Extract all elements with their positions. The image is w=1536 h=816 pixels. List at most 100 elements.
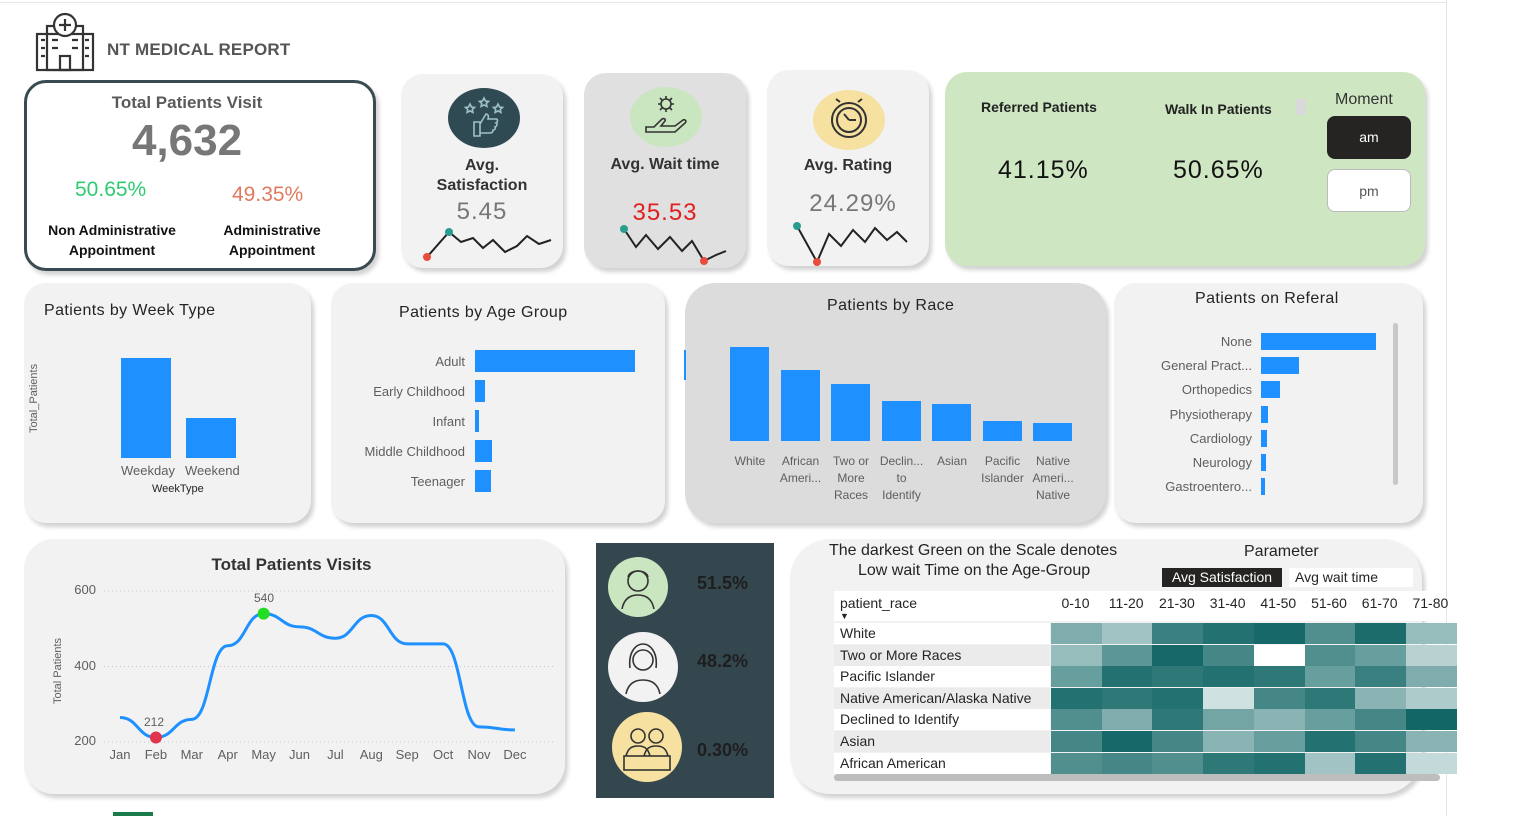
age-group-bar[interactable] — [475, 470, 492, 492]
heatmap-cell[interactable] — [1101, 752, 1153, 774]
heatmap-cell[interactable] — [1101, 623, 1153, 644]
race-bar[interactable] — [1033, 423, 1072, 441]
heatmap-cell[interactable] — [1355, 752, 1407, 774]
heatmap-cell[interactable] — [1203, 752, 1255, 774]
heatmap-cell[interactable] — [1304, 752, 1356, 774]
max-point[interactable] — [257, 607, 270, 620]
heatmap-cell[interactable] — [1304, 709, 1356, 731]
race-bar[interactable] — [730, 347, 769, 441]
heatmap-cell[interactable] — [1101, 709, 1153, 731]
week-tick-weekday: Weekday — [121, 463, 175, 478]
heatmap-row-header[interactable]: patient_race — [840, 595, 917, 611]
heatmap-cell[interactable] — [1051, 709, 1102, 731]
min-data-label: 212 — [144, 715, 165, 729]
min-point[interactable] — [149, 731, 162, 744]
slicer-handle[interactable] — [1296, 99, 1306, 115]
heatmap-cell[interactable] — [1203, 644, 1255, 666]
heatmap-cell[interactable] — [1101, 666, 1153, 688]
heatmap-col-header: 0-10 — [1061, 595, 1090, 611]
heatmap-cell[interactable] — [1101, 644, 1153, 666]
heatmap-cell[interactable] — [1405, 687, 1457, 709]
heatmap-cell[interactable] — [1405, 709, 1457, 731]
referral-bar[interactable] — [1261, 333, 1376, 350]
heatmap-col-header: 11-20 — [1108, 595, 1144, 611]
heatmap-cell[interactable] — [1203, 623, 1255, 644]
race-bar[interactable] — [831, 383, 870, 441]
heatmap-cell[interactable] — [1253, 687, 1305, 709]
heatmap-cell[interactable] — [1152, 731, 1204, 752]
race-bar[interactable] — [982, 421, 1022, 441]
moment-am-button[interactable]: am — [1327, 116, 1411, 159]
referral-bar[interactable] — [1261, 454, 1266, 471]
heatmap-cell[interactable] — [1152, 687, 1204, 709]
referral-tick-label: None — [1220, 334, 1252, 349]
heatmap-cell[interactable] — [1152, 709, 1204, 731]
heatmap-cell[interactable] — [1051, 752, 1102, 774]
referral-bar[interactable] — [1261, 478, 1266, 496]
heatmap-cell[interactable] — [1152, 644, 1204, 666]
heatmap-cell[interactable] — [1304, 687, 1356, 709]
heatmap-cell[interactable] — [1051, 623, 1102, 644]
heatmap-cell[interactable] — [1101, 731, 1153, 752]
sort-desc-icon[interactable]: ▼ — [840, 611, 849, 621]
heatmap-cell[interactable] — [1405, 666, 1457, 688]
rating-card: Avg. Rating 24.29% — [767, 70, 929, 266]
heatmap-cell[interactable] — [1253, 644, 1305, 666]
parameter-avg-wait-time[interactable]: Avg wait time — [1289, 568, 1413, 587]
page-tab-indicator[interactable] — [113, 812, 153, 816]
heatmap-cell[interactable] — [1405, 644, 1457, 666]
age-group-bar[interactable] — [475, 410, 480, 432]
heatmap-cell[interactable] — [1051, 731, 1102, 752]
heatmap-cell[interactable] — [1355, 666, 1407, 688]
heatmap-cell[interactable] — [1051, 666, 1102, 688]
heatmap-cell[interactable] — [1355, 623, 1407, 644]
heatmap-h-scrollbar[interactable] — [834, 774, 1440, 781]
heatmap-cell[interactable] — [1203, 709, 1255, 731]
heatmap-cell[interactable] — [1304, 623, 1356, 644]
heatmap-cell[interactable] — [1355, 731, 1407, 752]
heatmap-cell[interactable] — [1203, 731, 1255, 752]
heatmap-cell[interactable] — [1253, 709, 1305, 731]
referral-title: Patients on Referal — [1195, 290, 1339, 307]
moment-pm-button[interactable]: pm — [1327, 169, 1411, 212]
race-bar[interactable] — [881, 400, 921, 441]
heatmap-cell[interactable] — [1355, 709, 1407, 731]
heatmap-cell[interactable] — [1152, 666, 1204, 688]
referral-bar[interactable] — [1261, 357, 1300, 375]
heatmap-cell[interactable] — [1405, 752, 1457, 774]
heatmap-cell[interactable] — [1355, 687, 1407, 709]
referral-card: Patients on Referal None General Pract...… — [1114, 283, 1423, 523]
heatmap-note-line2: Low wait Time on the Age-Group — [858, 562, 1091, 579]
heatmap-cell[interactable] — [1203, 666, 1255, 688]
heatmap-cell[interactable] — [1101, 687, 1153, 709]
heatmap-col-header: 21-30 — [1158, 595, 1195, 611]
age-group-bar[interactable] — [475, 380, 485, 402]
heatmap-cell[interactable] — [1152, 623, 1204, 644]
heatmap-cell[interactable] — [1304, 731, 1356, 752]
heatmap-cell[interactable] — [1304, 644, 1356, 666]
race-bar[interactable] — [780, 370, 820, 441]
heatmap-cell[interactable] — [1304, 666, 1356, 688]
heatmap-cell[interactable] — [1203, 687, 1255, 709]
referral-bar[interactable] — [1261, 429, 1267, 447]
satisfaction-sparkline — [423, 228, 552, 261]
heatmap-cell[interactable] — [1051, 687, 1102, 709]
heatmap-cell[interactable] — [1253, 666, 1305, 688]
heatmap-cell[interactable] — [1253, 752, 1305, 774]
parameter-avg-satisfaction[interactable]: Avg Satisfaction — [1162, 568, 1282, 587]
referral-bar[interactable] — [1261, 405, 1268, 423]
week-type-bar[interactable] — [186, 417, 236, 458]
heatmap-cell[interactable] — [1355, 644, 1407, 666]
heatmap-cell[interactable] — [1405, 623, 1457, 644]
heatmap-cell[interactable] — [1051, 644, 1102, 666]
age-group-bar[interactable] — [475, 440, 493, 462]
race-bar[interactable] — [932, 404, 971, 441]
heatmap-cell[interactable] — [1253, 731, 1305, 752]
age-group-bar[interactable] — [475, 350, 635, 372]
heatmap-cell[interactable] — [1152, 752, 1204, 774]
week-type-bar[interactable] — [121, 358, 171, 458]
heatmap-cell[interactable] — [1253, 623, 1305, 644]
referral-bar[interactable] — [1261, 381, 1281, 399]
heatmap-cell[interactable] — [1405, 731, 1457, 752]
referral-scrollbar[interactable] — [1393, 323, 1398, 485]
